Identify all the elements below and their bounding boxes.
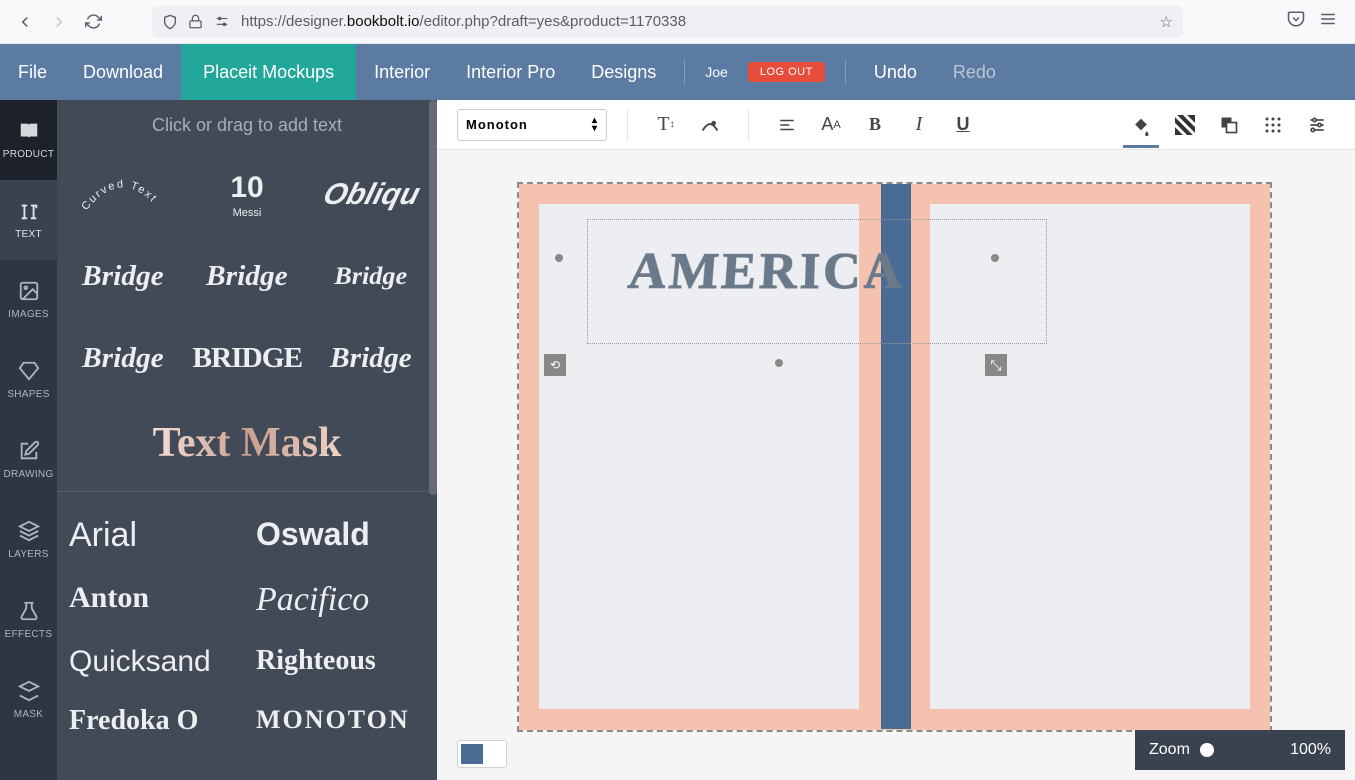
bold-button[interactable]: B xyxy=(857,107,893,143)
tool-effects[interactable]: EFFECTS xyxy=(0,580,57,660)
font-list: Arial Oswald Anton Pacifico Quicksand Ri… xyxy=(57,504,437,745)
separator xyxy=(845,59,846,85)
lock-icon xyxy=(188,14,203,29)
pattern-button[interactable] xyxy=(1167,107,1203,143)
panel-scrollbar[interactable] xyxy=(429,100,437,495)
tool-images[interactable]: IMAGES xyxy=(0,260,57,340)
back-button[interactable] xyxy=(10,7,40,37)
font-pacifico[interactable]: Pacifico xyxy=(252,573,429,627)
text-panel: Click or drag to add text Curved Text 10… xyxy=(57,100,437,780)
diamond-icon xyxy=(18,360,40,382)
app-menu-bar: File Download Placeit Mockups Interior I… xyxy=(0,44,1355,100)
color-swatch[interactable] xyxy=(457,740,507,768)
shield-icon xyxy=(162,14,178,30)
font-righteous[interactable]: Righteous xyxy=(252,637,429,687)
mask-icon xyxy=(18,680,40,702)
canvas-area: Monoton ▴▾ T↕ AA B I U xyxy=(437,100,1355,780)
zoom-label: Zoom xyxy=(1149,741,1190,759)
book-cover[interactable]: AMERICA ⟲ ⤡ xyxy=(517,182,1272,732)
pencil-icon xyxy=(18,440,40,462)
style-bridge-1[interactable]: Bridge xyxy=(63,238,183,316)
canvas-workspace[interactable]: AMERICA ⟲ ⤡ Zoom 100% xyxy=(437,150,1355,780)
style-bridge-4[interactable]: Bridge xyxy=(63,320,183,398)
user-label: Joe xyxy=(695,64,738,80)
style-oblique[interactable]: Obliqu xyxy=(311,156,431,234)
font-anton[interactable]: Anton xyxy=(65,573,242,627)
url-bar[interactable]: https://designer.bookbolt.io/editor.php?… xyxy=(152,6,1183,38)
menu-file[interactable]: File xyxy=(0,44,65,100)
tool-rail: PRODUCT TEXT IMAGES SHAPES DRAWING LAYER… xyxy=(0,100,57,780)
zoom-value: 100% xyxy=(1290,741,1331,759)
font-arial[interactable]: Arial xyxy=(65,508,242,563)
fill-button[interactable] xyxy=(1123,102,1159,148)
tool-shapes[interactable]: SHAPES xyxy=(0,340,57,420)
style-text-mask[interactable]: Text Mask xyxy=(57,412,437,492)
font-quicksand[interactable]: Quicksand xyxy=(65,637,242,687)
menu-redo[interactable]: Redo xyxy=(935,44,1014,100)
grid-button[interactable] xyxy=(1255,107,1291,143)
hamburger-icon[interactable] xyxy=(1319,10,1337,33)
rotate-handle[interactable]: ⟲ xyxy=(544,354,566,376)
menu-undo[interactable]: Undo xyxy=(856,44,935,100)
text-icon xyxy=(18,200,40,222)
zoom-slider-thumb[interactable] xyxy=(1200,743,1214,757)
menu-placeit[interactable]: Placeit Mockups xyxy=(181,44,356,100)
layers-icon xyxy=(18,520,40,542)
pocket-icon[interactable] xyxy=(1287,10,1305,33)
tool-mask[interactable]: MASK xyxy=(0,660,57,740)
font-oswald[interactable]: Oswald xyxy=(252,508,429,563)
url-text: https://designer.bookbolt.io/editor.php?… xyxy=(241,13,686,30)
panel-header: Click or drag to add text xyxy=(57,100,437,150)
menu-designs[interactable]: Designs xyxy=(573,44,674,100)
style-bridge-5[interactable]: BRIDGE xyxy=(187,320,307,398)
svg-text:Curved Text: Curved Text xyxy=(79,178,159,212)
menu-interior-pro[interactable]: Interior Pro xyxy=(448,44,573,100)
tool-product[interactable]: PRODUCT xyxy=(0,100,57,180)
font-select[interactable]: Monoton ▴▾ xyxy=(457,109,607,141)
menu-interior[interactable]: Interior xyxy=(356,44,448,100)
menu-download[interactable]: Download xyxy=(65,44,181,100)
style-bridge-6[interactable]: Bridge xyxy=(311,320,431,398)
adjust-button[interactable] xyxy=(1299,107,1335,143)
position-button[interactable] xyxy=(1211,107,1247,143)
separator xyxy=(684,59,685,85)
italic-button[interactable]: I xyxy=(901,107,937,143)
style-bridge-2[interactable]: Bridge xyxy=(187,238,307,316)
text-element-selected[interactable]: AMERICA xyxy=(559,204,1059,334)
book-icon xyxy=(18,120,40,142)
resize-handle[interactable]: ⤡ xyxy=(985,354,1007,376)
font-fredoka[interactable]: Fredoka O xyxy=(65,697,242,745)
font-monoton[interactable]: Monoton xyxy=(252,697,429,745)
current-color xyxy=(461,744,483,764)
text-style-grid: Curved Text 10 Messi Obliqu Bridge Bridg… xyxy=(57,150,437,404)
selection-handle[interactable] xyxy=(555,254,563,262)
style-bridge-3[interactable]: Bridge xyxy=(311,238,431,316)
text-toolbar: Monoton ▴▾ T↕ AA B I U xyxy=(437,100,1355,150)
text-case-button[interactable]: T↕ xyxy=(648,107,684,143)
beaker-icon xyxy=(18,600,40,622)
canvas-text-content[interactable]: AMERICA xyxy=(626,243,905,301)
logout-button[interactable]: LOG OUT xyxy=(748,62,825,82)
forward-button[interactable] xyxy=(44,7,74,37)
browser-chrome: https://designer.bookbolt.io/editor.php?… xyxy=(0,0,1355,44)
font-size-button[interactable]: AA xyxy=(813,107,849,143)
tool-drawing[interactable]: DRAWING xyxy=(0,420,57,500)
selection-handle[interactable] xyxy=(775,359,783,367)
zoom-control[interactable]: Zoom 100% xyxy=(1135,730,1345,770)
tool-text[interactable]: TEXT xyxy=(0,180,57,260)
bookmark-icon[interactable]: ☆ xyxy=(1160,13,1173,31)
style-curved[interactable]: Curved Text xyxy=(63,156,183,234)
style-jersey[interactable]: 10 Messi xyxy=(187,156,307,234)
align-button[interactable] xyxy=(769,107,805,143)
settings-toggle-icon xyxy=(213,15,231,29)
reload-button[interactable] xyxy=(78,7,108,37)
underline-button[interactable]: U xyxy=(945,107,981,143)
curve-text-button[interactable] xyxy=(692,107,728,143)
image-icon xyxy=(18,280,40,302)
chevron-updown-icon: ▴▾ xyxy=(592,117,598,133)
selection-handle[interactable] xyxy=(991,254,999,262)
tool-layers[interactable]: LAYERS xyxy=(0,500,57,580)
